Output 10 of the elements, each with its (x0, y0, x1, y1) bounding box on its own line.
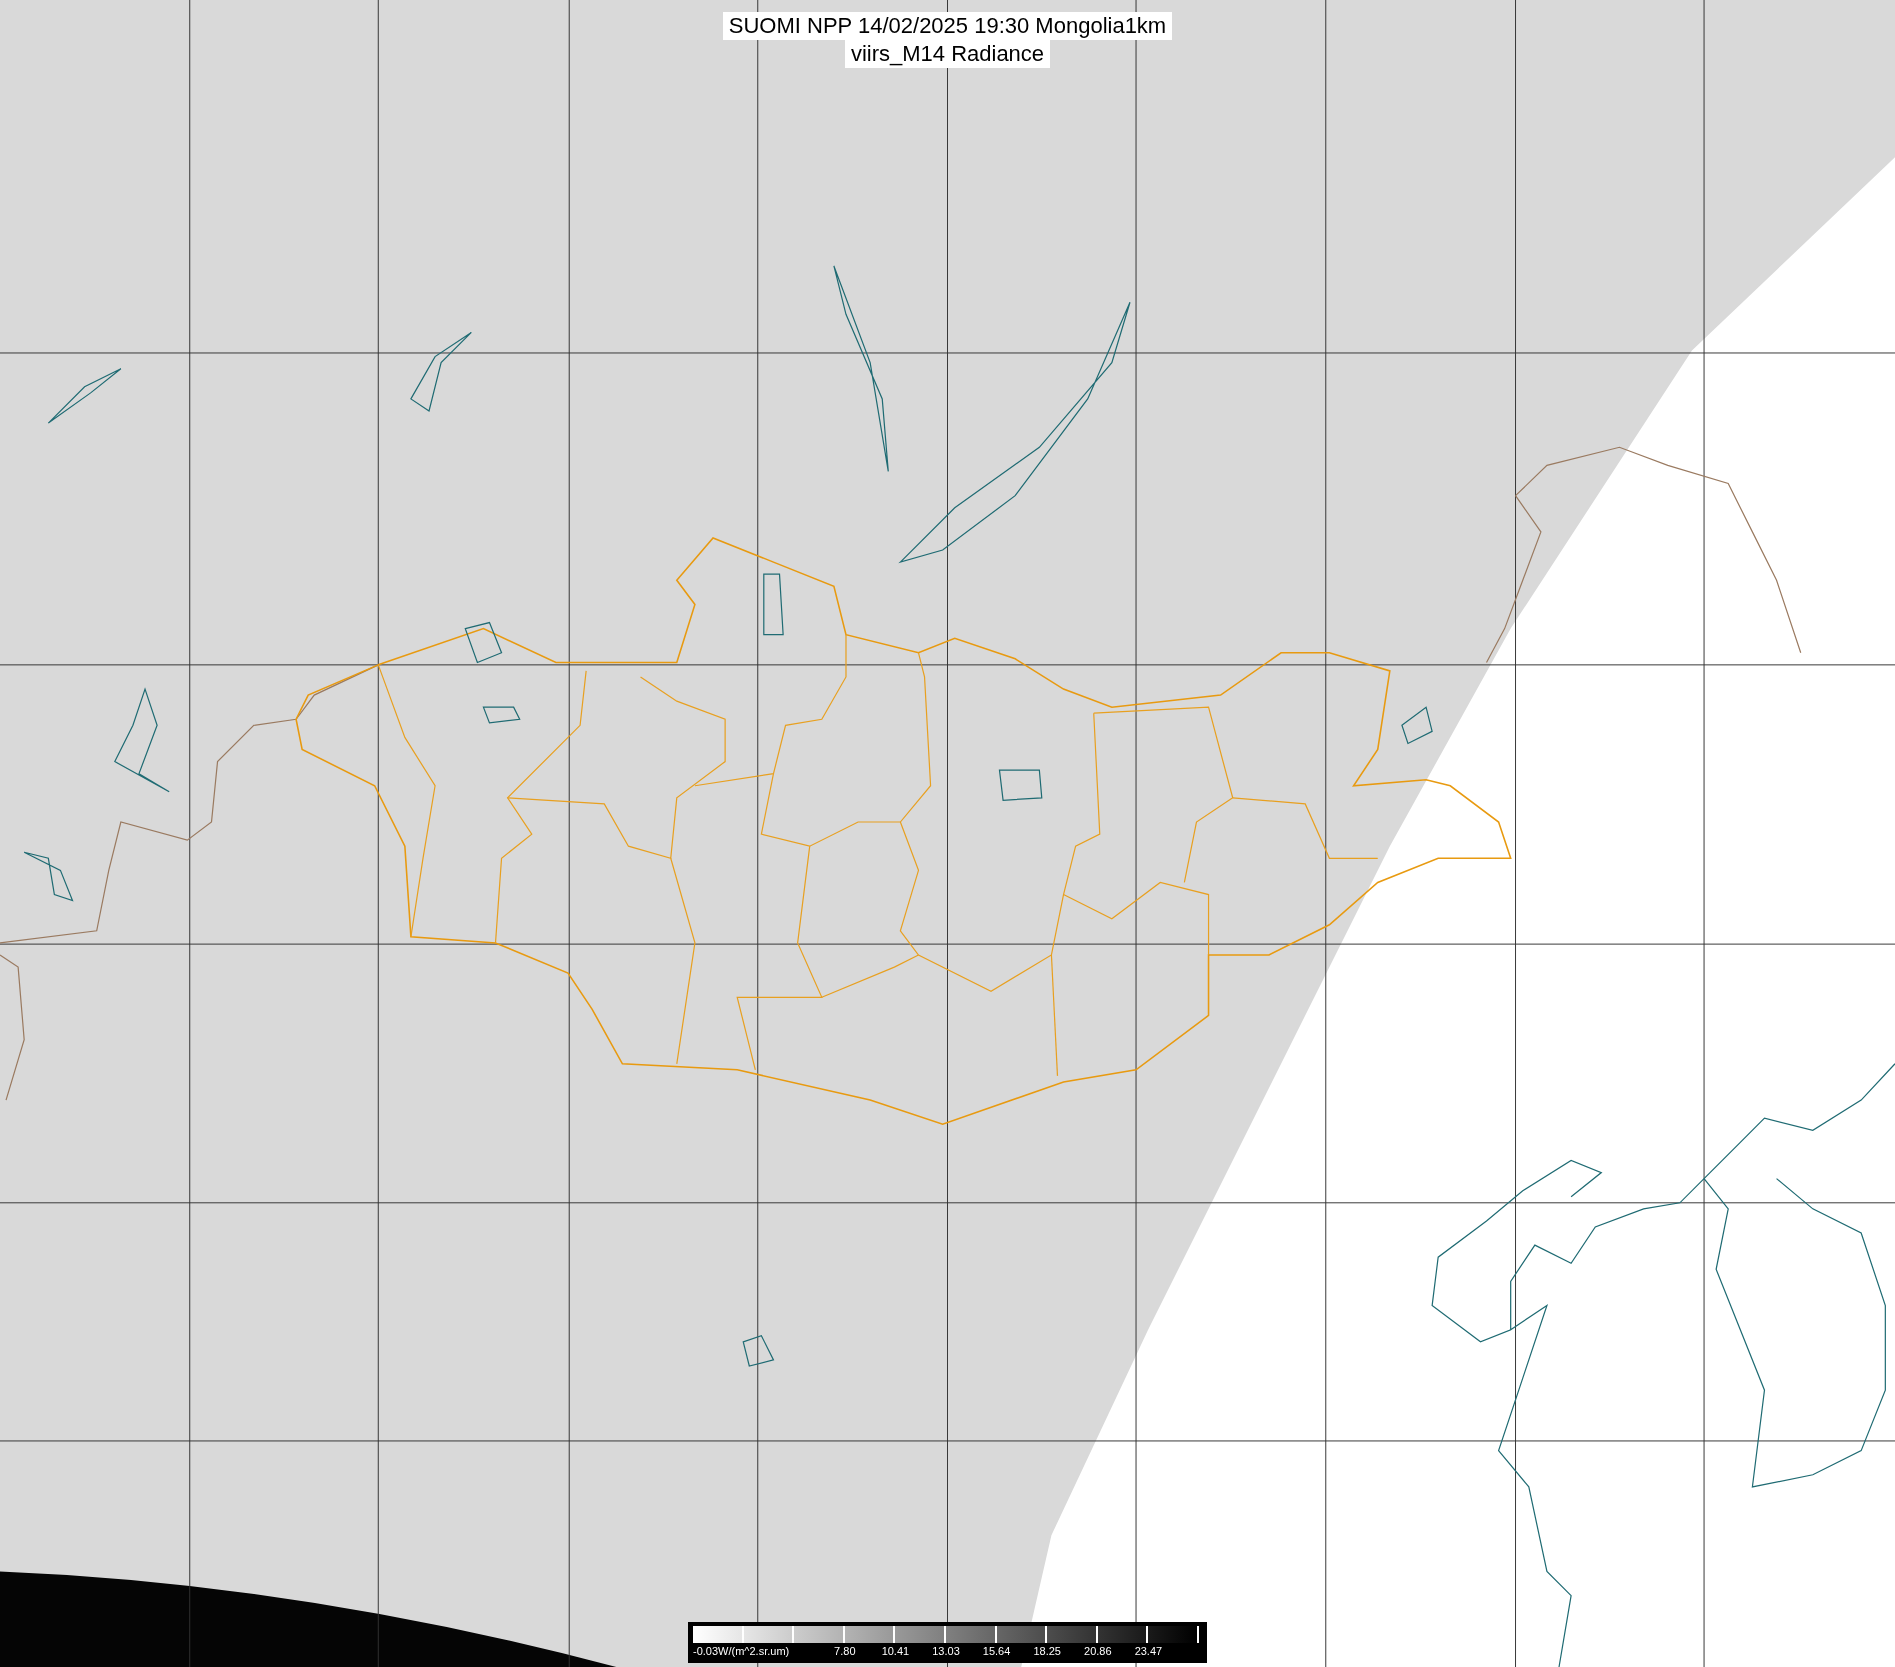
colorbar-label: 13.03 (932, 1645, 960, 1657)
colorbar-label: 18.25 (1033, 1645, 1061, 1657)
colorbar-label: 23.47 (1134, 1645, 1163, 1657)
colorbar-label: 10.41 (881, 1645, 910, 1657)
colorbar-label: 20.86 (1084, 1645, 1112, 1657)
map-title: viirs_M14 Radiance (844, 40, 1051, 68)
map-title: SUOMI NPP 14/02/2025 19:30 Mongolia1km (722, 12, 1173, 40)
colorbar-label: -0.03W/(m^2.sr.um) (693, 1645, 790, 1657)
colorbar-label: 15.64 (982, 1645, 1011, 1657)
colorbar-label: 7.80 (834, 1645, 856, 1657)
